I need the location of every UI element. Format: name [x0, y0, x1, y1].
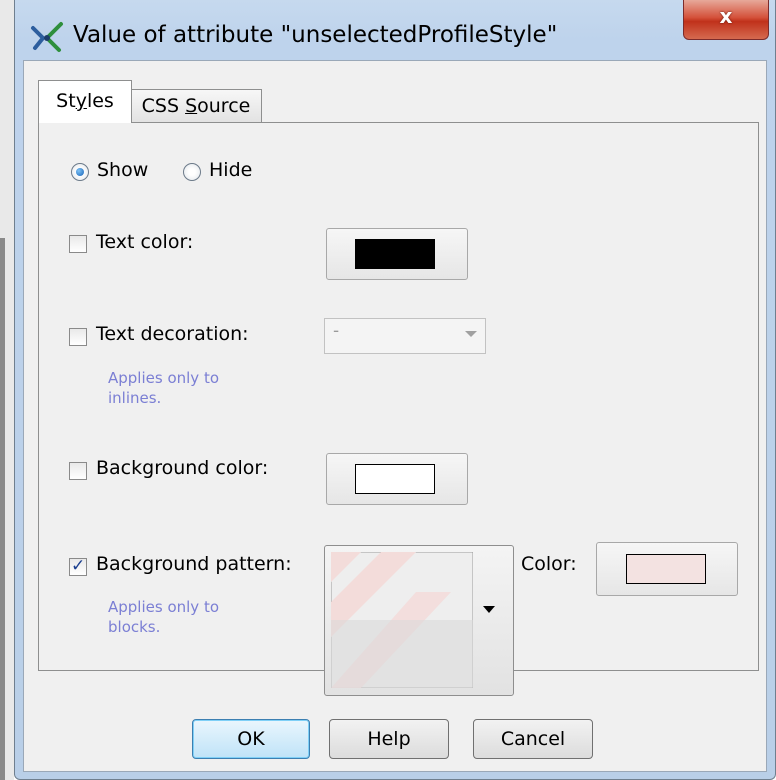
background-pattern-hint-line1: Applies only to [108, 598, 220, 616]
pattern-preview-icon [331, 552, 473, 688]
tab-styles-mnemonic: y [75, 90, 87, 112]
text-decoration-label: Text decoration: [96, 323, 249, 345]
text-decoration-hint-line1: Applies only to [108, 369, 220, 387]
background-pattern-label: Background pattern: [96, 553, 292, 575]
background-color-button[interactable] [326, 453, 468, 505]
background-window-border [0, 238, 5, 780]
text-decoration-select[interactable]: - [324, 318, 486, 354]
pattern-color-button[interactable] [596, 542, 738, 596]
background-color-swatch [355, 464, 435, 494]
chevron-down-icon [483, 606, 495, 613]
window-title: Value of attribute "unselectedProfileSty… [73, 22, 558, 48]
show-radio[interactable] [71, 163, 89, 181]
show-label[interactable]: Show [97, 159, 148, 181]
background-color-checkbox[interactable] [69, 462, 87, 480]
pattern-color-swatch [626, 554, 706, 584]
text-color-label: Text color: [96, 231, 194, 253]
hide-label[interactable]: Hide [209, 159, 252, 181]
tab-css-label-suffix: ource [197, 95, 251, 117]
tab-styles-label-suffix: les [86, 90, 114, 112]
help-button[interactable]: Help [329, 719, 449, 759]
chevron-down-icon [465, 331, 477, 337]
text-color-checkbox[interactable] [69, 235, 87, 253]
check-icon: ✓ [71, 556, 86, 576]
text-color-button[interactable] [326, 228, 468, 280]
tab-styles-label-prefix: St [56, 90, 76, 112]
styles-panel: Show Hide Text color: Text decoration: -… [38, 122, 759, 696]
text-decoration-checkbox[interactable] [69, 328, 87, 346]
background-color-label: Background color: [96, 457, 269, 479]
tab-styles[interactable]: Styles [38, 80, 132, 123]
background-pattern-hint: Applies only to blocks. [108, 597, 219, 637]
close-button[interactable]: x [683, 0, 769, 40]
ok-button[interactable]: OK [192, 719, 310, 759]
tab-css-source[interactable]: CSS Source [130, 89, 262, 123]
tab-css-label-prefix: CSS [141, 95, 186, 117]
title-bar[interactable]: Value of attribute "unselectedProfileSty… [15, 0, 775, 60]
close-icon: x [719, 4, 733, 28]
cancel-button[interactable]: Cancel [473, 719, 593, 759]
dialog-window: Value of attribute "unselectedProfileSty… [14, 0, 776, 780]
hide-radio[interactable] [183, 163, 201, 181]
pattern-color-label: Color: [521, 553, 577, 575]
background-window-edge [0, 0, 14, 780]
tab-css-mnemonic: S [185, 95, 198, 117]
background-pattern-checkbox[interactable]: ✓ [69, 556, 87, 576]
text-decoration-hint: Applies only to inlines. [108, 368, 219, 408]
text-decoration-hint-line2: inlines. [108, 389, 162, 407]
text-decoration-value: - [333, 321, 340, 341]
dialog-content: Styles CSS Source Show Hide Text color: … [23, 60, 767, 772]
app-icon [31, 22, 63, 52]
background-pattern-select[interactable] [324, 545, 514, 696]
background-pattern-hint-line2: blocks. [108, 618, 161, 636]
text-color-swatch [355, 239, 435, 269]
